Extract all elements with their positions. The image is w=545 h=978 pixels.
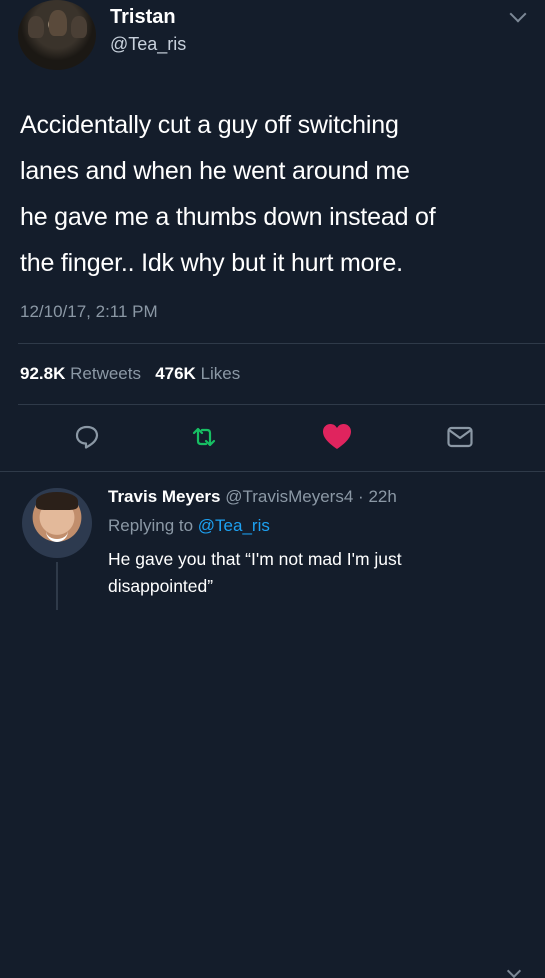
retweet-button[interactable] xyxy=(187,420,221,454)
speech-bubble-icon xyxy=(75,425,99,449)
tweet-text-line: he gave me a thumbs down instead of xyxy=(20,203,436,231)
reply-text-line: disappointed” xyxy=(108,576,214,596)
tweet-timestamp[interactable]: 12/10/17, 2:11 PM xyxy=(20,302,158,322)
reply-age[interactable]: 22h xyxy=(368,487,396,506)
reply-text-line: He gave you that “I'm not mad I'm just xyxy=(108,549,402,569)
tweet-actions xyxy=(0,420,545,456)
reply-tweet[interactable]: Travis Meyers @TravisMeyers4 · 22h Reply… xyxy=(0,472,545,978)
reply-button[interactable] xyxy=(70,420,104,454)
retweets-label[interactable]: Retweets xyxy=(70,364,141,383)
replying-to-mention[interactable]: @Tea_ris xyxy=(198,516,270,535)
author-name[interactable]: Tristan xyxy=(110,6,176,29)
replying-to: Replying to @Tea_ris xyxy=(108,516,270,536)
replying-to-label: Replying to xyxy=(108,516,194,535)
reply-author-handle[interactable]: @TravisMeyers4 xyxy=(225,487,353,506)
tweet-text: Accidentally cut a guy off switching lan… xyxy=(20,102,520,286)
like-button[interactable] xyxy=(320,420,354,454)
likes-label[interactable]: Likes xyxy=(201,364,241,383)
reply-author-name[interactable]: Travis Meyers xyxy=(108,487,220,506)
main-tweet: Tristan @Tea_ris Accidentally cut a guy … xyxy=(0,0,545,472)
share-button[interactable] xyxy=(443,420,477,454)
mail-icon xyxy=(447,426,473,448)
reply-separator: · xyxy=(358,487,364,506)
author-avatar[interactable] xyxy=(18,0,96,70)
thread-line xyxy=(56,562,58,610)
reply-author-avatar[interactable] xyxy=(22,488,92,558)
tweet-text-line: lanes and when he went around me xyxy=(20,157,410,185)
heart-icon xyxy=(323,424,351,449)
engagement-stats: 92.8K Retweets 476K Likes xyxy=(20,364,240,384)
chevron-down-icon[interactable] xyxy=(509,5,527,23)
tweet-text-line: Accidentally cut a guy off switching xyxy=(20,111,399,139)
reply-text: He gave you that “I'm not mad I'm just d… xyxy=(108,546,402,600)
tweet-text-line: the finger.. Idk why but it hurt more. xyxy=(20,249,403,277)
divider xyxy=(18,343,545,344)
reply-header: Travis Meyers @TravisMeyers4 · 22h xyxy=(108,487,397,507)
author-handle[interactable]: @Tea_ris xyxy=(110,34,186,55)
retweets-count[interactable]: 92.8K xyxy=(20,364,65,383)
chevron-down-icon[interactable] xyxy=(506,963,522,978)
retweet-icon xyxy=(192,427,216,447)
likes-count[interactable]: 476K xyxy=(155,364,196,383)
divider xyxy=(18,404,545,405)
